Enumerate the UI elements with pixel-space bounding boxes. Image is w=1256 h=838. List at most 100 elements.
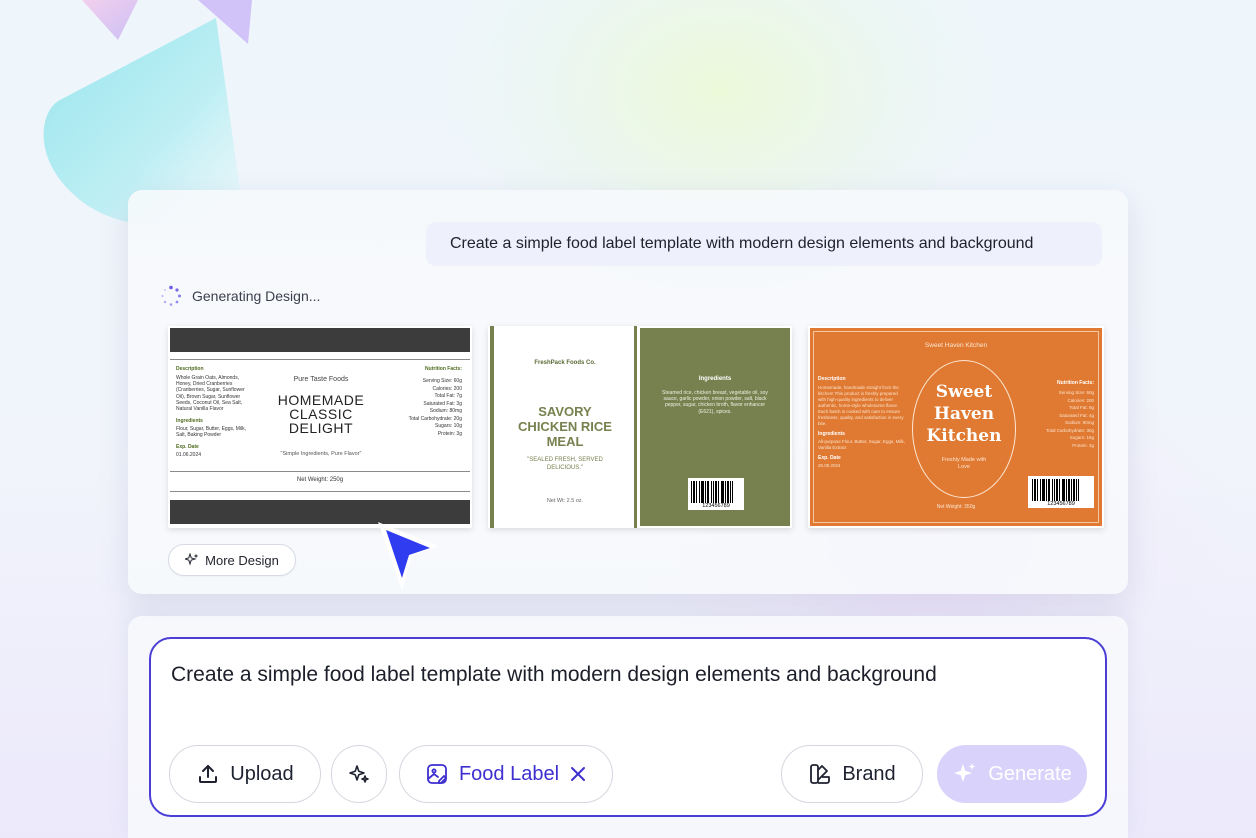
tagline: "Simple Ingredients, Pure Flavor"	[280, 451, 362, 457]
title-line-1: Sweet	[935, 382, 993, 402]
sparkle-icon	[185, 553, 199, 566]
pointer-cursor-icon	[378, 522, 438, 590]
exp-heading: Exp. Date	[176, 443, 199, 450]
nutrition-row: Sugars: 10g	[435, 423, 462, 429]
image-edit-icon	[427, 764, 447, 784]
barcode-bars	[1032, 479, 1090, 501]
description-text: Homemade, handmade straight from the kit…	[818, 385, 904, 426]
divider	[170, 491, 470, 492]
product-title-line-1: HOMEMADE	[277, 392, 365, 408]
left-green-stripe	[490, 326, 494, 528]
net-weight: Net Wt: 2.5 oz.	[546, 498, 584, 504]
chat-panel: Create a simple food label template with…	[128, 190, 1128, 594]
ingredients-text: Steamed rice, chicken breast, vegetable …	[662, 390, 768, 415]
barcode-number: 123456789	[702, 503, 730, 509]
upload-button[interactable]: Upload	[169, 745, 321, 803]
title-line-3: Kitchen	[926, 426, 1002, 446]
generate-button[interactable]: Generate	[937, 745, 1087, 803]
brand-name: Pure Taste Foods	[293, 376, 349, 383]
left-panel: FreshPack Foods Co. SAVORY CHICKEN RICE …	[498, 326, 632, 504]
status-text: Generating Design...	[192, 288, 321, 304]
brand-button[interactable]: Brand	[781, 745, 923, 803]
nutrition-column: Nutrition Facts: Serving Size: 60g Calor…	[1014, 380, 1094, 449]
design-card-3[interactable]: Sweet Haven Kitchen Sweet Haven Kitchen …	[808, 326, 1104, 528]
center-column: Pure Taste Foods HOMEMADE CLASSIC DELIGH…	[256, 376, 386, 457]
loading-spinner-icon	[161, 285, 181, 306]
title-line-2: Haven	[933, 404, 995, 424]
magic-enhance-button[interactable]	[331, 745, 387, 803]
ingredients-heading: Ingredients	[698, 376, 732, 382]
sparkle-icon	[349, 765, 369, 783]
ingredients-text: All-purpose Flour, Butter, Sugar, Eggs, …	[818, 439, 906, 450]
barcode-bars	[691, 481, 741, 503]
product-title-line-1: SAVORY	[538, 404, 592, 419]
sparkle-icon	[954, 763, 976, 782]
design-card-1[interactable]: Description Whole Grain Oats, Almonds, H…	[168, 326, 472, 528]
more-design-button[interactable]: More Design	[168, 544, 296, 576]
ingredients-heading: Ingredients	[818, 431, 845, 437]
ingredients-text: Flour, Sugar, Butter, Eggs, Milk, Salt, …	[176, 426, 247, 439]
product-title-line-2: CHICKEN RICE	[518, 419, 612, 434]
close-icon[interactable]	[569, 765, 587, 783]
left-column: Description Whole Grain Oats, Almonds, H…	[176, 366, 248, 458]
user-prompt-text: Create a simple food label template with…	[450, 235, 1034, 252]
nutrition-row: Total Carbohydrate: 30g	[1045, 427, 1094, 433]
divider	[170, 471, 470, 472]
net-weight: Net Weight: 250g	[296, 477, 344, 483]
subtitle: Freshly Made with Love	[941, 457, 987, 470]
divider	[170, 359, 470, 360]
divider-stripe	[634, 326, 637, 528]
generate-label: Generate	[988, 762, 1072, 785]
description-heading: Description	[176, 366, 204, 372]
nutrition-row: Total Carbohydrate: 20g	[408, 415, 462, 422]
nutrition-row: Protein: 3g	[437, 430, 462, 437]
brand-label: Brand	[842, 762, 896, 785]
nutrition-column: Nutrition Facts: Serving Size: 60g Calor…	[386, 366, 462, 438]
header-text: Sweet Haven Kitchen	[924, 342, 988, 349]
tagline: "SEALED FRESH, SERVED DELICIOUS."	[527, 457, 603, 471]
orange-background: Sweet Haven Kitchen Sweet Haven Kitchen …	[810, 328, 1102, 526]
design-results: Description Whole Grain Oats, Almonds, H…	[168, 326, 1104, 528]
exp-heading: Exp. Date	[818, 455, 841, 461]
nutrition-row: Serving Size: 60g	[1058, 390, 1094, 395]
nutrition-row: Saturated Fat: 4g	[1059, 412, 1094, 418]
nutrition-heading: Nutrition Facts:	[425, 366, 462, 372]
nutrition-row: Total Fat: 7g	[434, 393, 462, 399]
nutrition-row: Serving Size: 60g	[422, 378, 462, 384]
barcode: 123456789	[688, 478, 744, 510]
product-title-line-3: DELIGHT	[288, 420, 354, 436]
product-title-line-2: CLASSIC	[289, 406, 353, 422]
description-heading: Description	[818, 376, 846, 382]
ingredients-heading: Ingredients	[176, 418, 203, 425]
nutrition-row: Calories: 200	[432, 385, 462, 392]
food-label-tag[interactable]: Food Label	[399, 745, 613, 803]
nutrition-row: Sodium: 90mg	[1064, 420, 1094, 425]
more-design-label: More Design	[205, 552, 279, 568]
generation-status: Generating Design...	[160, 284, 320, 308]
upload-label: Upload	[230, 762, 294, 785]
nutrition-row: Total Fat: 8g	[1069, 405, 1094, 410]
food-label-tag-label: Food Label	[458, 762, 560, 785]
exp-date: 25.09.2024	[818, 463, 841, 468]
exp-date: 01.06.2024	[176, 451, 202, 458]
design-card-2[interactable]: FreshPack Foods Co. SAVORY CHICKEN RICE …	[488, 326, 792, 528]
prompt-input[interactable]: Create a simple food label template with…	[149, 637, 1107, 817]
net-weight: Net Weight: 350g	[936, 504, 976, 510]
left-column: Description Homemade, handmade straight …	[818, 376, 906, 469]
nutrition-heading: Nutrition Facts:	[1057, 380, 1094, 386]
nutrition-row: Sodium: 80mg	[429, 408, 462, 414]
description-text: Whole Grain Oats, Almonds, Honey, Dried …	[176, 375, 245, 413]
upload-icon	[199, 765, 218, 783]
brand-name: FreshPack Foods Co.	[534, 360, 596, 366]
green-panel: Ingredients Steamed rice, chicken breast…	[640, 328, 790, 526]
center-oval: Sweet Haven Kitchen Freshly Made with Lo…	[912, 360, 1016, 498]
nutrition-row: Protein: 3g	[1072, 442, 1094, 448]
nutrition-row: Calories: 200	[1067, 397, 1094, 403]
user-prompt-bubble: Create a simple food label template with…	[426, 222, 1102, 266]
label-top-bar	[170, 328, 470, 352]
prompt-input-text[interactable]: Create a simple food label template with…	[171, 663, 937, 687]
brand-kit-icon	[810, 764, 831, 784]
nutrition-row: Saturated Fat: 3g	[423, 400, 462, 407]
composer-panel: Create a simple food label template with…	[128, 616, 1128, 838]
product-title-line-3: MEAL	[546, 434, 584, 449]
